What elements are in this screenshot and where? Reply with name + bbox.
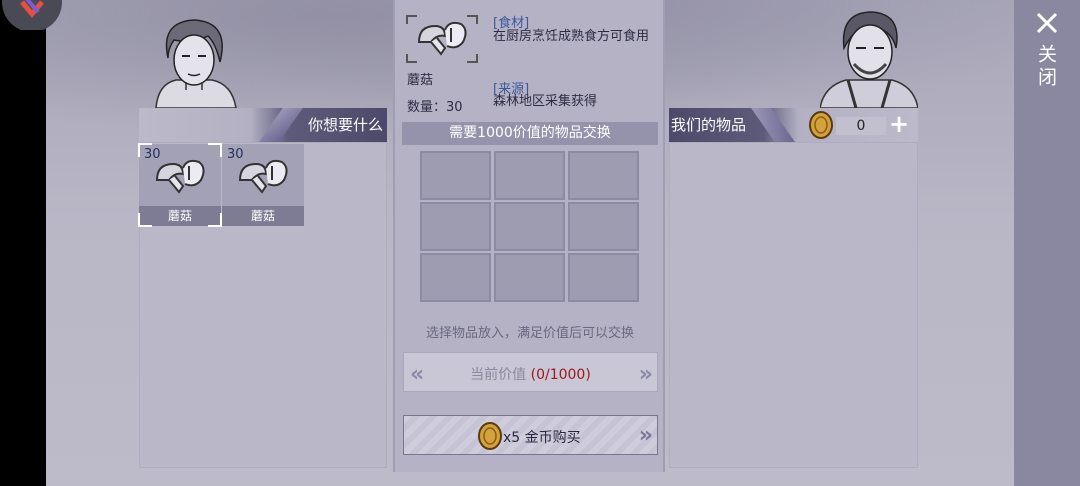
exchange-hint: 选择物品放入，满足价值后可以交换 bbox=[425, 326, 634, 341]
item-slot-1[interactable]: 30 蘑菇 bbox=[138, 143, 222, 227]
selected-item-quantity: 数量：30 bbox=[407, 100, 463, 115]
current-value-bar: « 当前价值 (0/1000) » bbox=[403, 352, 658, 392]
exchange-slot[interactable] bbox=[568, 151, 639, 200]
close-panel: 关闭 bbox=[1014, 0, 1080, 486]
selection-corner bbox=[208, 143, 222, 157]
double-chevron-right-icon: » bbox=[638, 423, 653, 448]
app-logo-icon[interactable] bbox=[0, 0, 64, 30]
want-header: 你想要什么 bbox=[139, 108, 387, 142]
item-slot-2[interactable]: 30 蘑菇 bbox=[222, 144, 304, 226]
selection-corner bbox=[208, 213, 222, 227]
selected-item-icon bbox=[406, 15, 478, 63]
want-header-label: 你想要什么 bbox=[307, 116, 383, 134]
selected-item-name: 蘑菇 bbox=[407, 73, 434, 88]
category-description: 在厨房烹饪成熟食方可食用 bbox=[493, 29, 650, 44]
double-chevron-right-icon[interactable]: » bbox=[639, 362, 653, 387]
mushroom-icon bbox=[238, 159, 288, 194]
exchange-slot[interactable] bbox=[420, 202, 491, 251]
close-icon[interactable] bbox=[1032, 8, 1062, 38]
add-coins-button[interactable]: + bbox=[888, 112, 910, 137]
close-button[interactable]: 关闭 bbox=[1034, 44, 1060, 90]
buy-button-label: x5 金币购买 bbox=[503, 430, 581, 446]
exchange-slot[interactable] bbox=[494, 151, 565, 200]
exchange-slot[interactable] bbox=[494, 202, 565, 251]
current-value-label: 当前价值 bbox=[470, 367, 527, 383]
gold-coin-icon bbox=[809, 111, 833, 139]
buy-with-coins-button[interactable]: x5 金币购买 » bbox=[403, 415, 658, 455]
coin-count: 0 bbox=[836, 117, 886, 135]
mushroom-icon bbox=[155, 159, 205, 194]
our-items-panel bbox=[669, 142, 918, 468]
exchange-slot[interactable] bbox=[420, 253, 491, 302]
exchange-slot[interactable] bbox=[494, 253, 565, 302]
selection-corner bbox=[138, 213, 152, 227]
exchange-slot[interactable] bbox=[420, 151, 491, 200]
header-stripe bbox=[259, 108, 303, 142]
selection-corner bbox=[138, 143, 152, 157]
man-portrait bbox=[820, 11, 918, 108]
exchange-slot[interactable] bbox=[568, 253, 639, 302]
exchange-grid bbox=[420, 151, 640, 303]
our-items-header-label: 我们的物品 bbox=[671, 116, 747, 134]
item-name-label: 蘑菇 bbox=[222, 206, 304, 226]
exchange-slot[interactable] bbox=[568, 202, 639, 251]
header-stripe bbox=[751, 108, 795, 142]
exchange-requirement: 需要1000价值的物品交换 bbox=[402, 122, 658, 145]
woman-portrait bbox=[155, 19, 237, 108]
current-value-text: 当前价值 (0/1000) bbox=[404, 364, 657, 384]
current-value-progress: (0/1000) bbox=[530, 367, 591, 383]
gold-coin-icon bbox=[478, 422, 502, 450]
source-description: 森林地区采集获得 bbox=[493, 94, 598, 109]
coin-balance: 0 + bbox=[808, 111, 912, 139]
